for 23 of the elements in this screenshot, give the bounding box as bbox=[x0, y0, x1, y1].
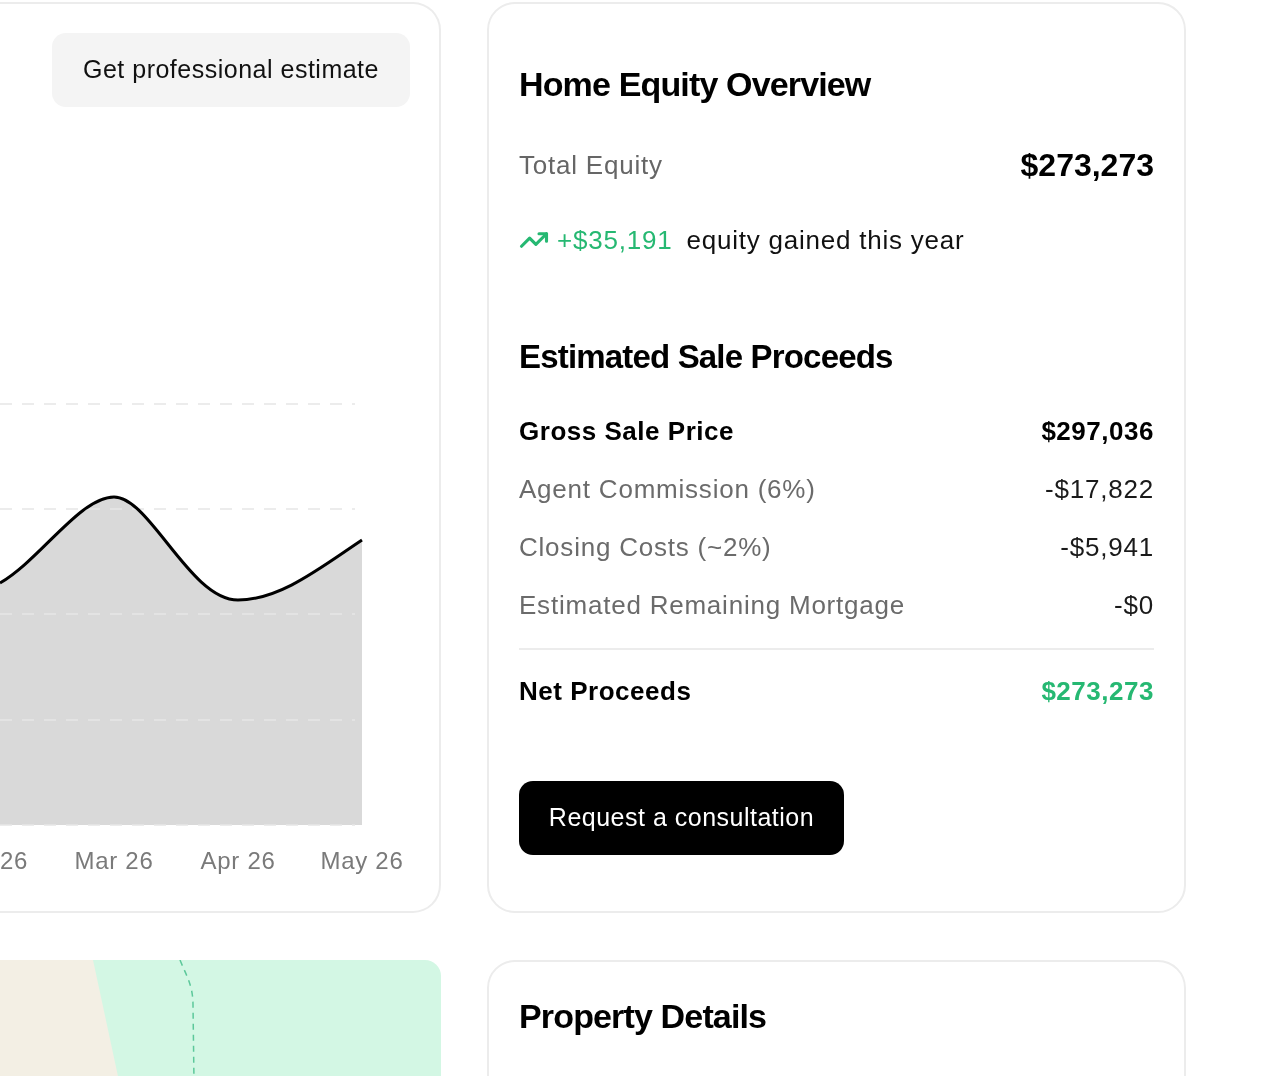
row-value: $273,273 bbox=[1041, 675, 1154, 707]
consultation-button[interactable]: Request a consultation bbox=[519, 781, 844, 855]
row-label: Estimated Remaining Mortgage bbox=[519, 589, 906, 621]
row-label: Closing Costs (~2%) bbox=[519, 531, 772, 563]
estimate-button[interactable]: Get professional estimate bbox=[52, 33, 410, 107]
card-title: Home Equity Overview bbox=[519, 66, 872, 102]
row-value: -$17,822 bbox=[1045, 473, 1154, 505]
row-label: Net Proceeds bbox=[519, 675, 692, 707]
axis-label: Apr 26 bbox=[200, 847, 276, 874]
axis-label: Mar 26 bbox=[74, 847, 154, 874]
row-label: Gross Sale Price bbox=[519, 415, 734, 447]
card-title: Property Details bbox=[519, 998, 768, 1034]
section-title: Estimated Sale Proceeds bbox=[519, 339, 894, 375]
total-equity-value: $273,273 bbox=[1020, 149, 1154, 181]
total-equity-label: Total Equity bbox=[519, 149, 663, 181]
row-value: $297,036 bbox=[1041, 415, 1154, 447]
axis-label: 26 bbox=[0, 847, 29, 874]
row-value: -$5,941 bbox=[1060, 531, 1154, 563]
row-label: Agent Commission (6%) bbox=[519, 473, 816, 505]
row-value: -$0 bbox=[1114, 589, 1154, 621]
axis-label: May 26 bbox=[320, 847, 404, 874]
gain-text: equity gained this year bbox=[686, 224, 965, 256]
gain-amount: +$35,191 bbox=[557, 224, 673, 256]
